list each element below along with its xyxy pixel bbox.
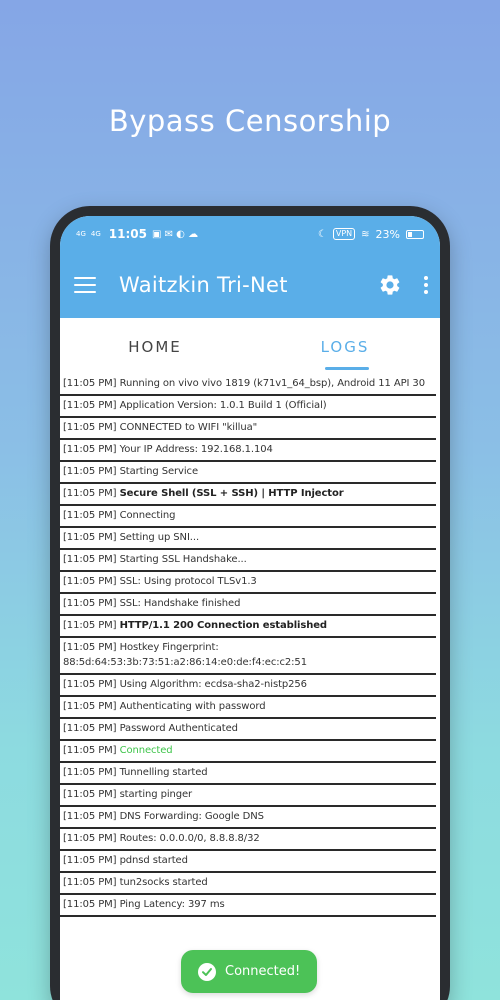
log-row: [11:05 PM] Authenticating with password (60, 697, 436, 719)
more-vert-icon[interactable] (424, 276, 428, 294)
log-row: [11:05 PM] Setting up SNI... (60, 528, 436, 550)
notification-icons: ▣ ✉ ◐ ☁ (151, 228, 199, 240)
log-row: [11:05 PM] SSL: Using protocol TLSv1.3 (60, 572, 436, 594)
moon-icon: ☾ (317, 228, 327, 240)
tab-home[interactable]: HOME (60, 318, 250, 374)
toast-label: Connected! (225, 964, 301, 979)
log-row: [11:05 PM] Application Version: 1.0.1 Bu… (60, 396, 436, 418)
log-row: [11:05 PM] Using Algorithm: ecdsa-sha2-n… (60, 675, 436, 697)
log-list[interactable]: [11:05 PM] Running on vivo vivo 1819 (k7… (60, 374, 440, 917)
log-row: [11:05 PM] Your IP Address: 192.168.1.10… (60, 440, 436, 462)
hamburger-icon[interactable] (74, 277, 96, 293)
tab-bar: HOME LOGS (60, 318, 440, 374)
battery-icon (406, 229, 424, 239)
log-row: [11:05 PM] Hostkey Fingerprint: 88:5d:64… (60, 638, 436, 675)
gear-icon[interactable] (378, 273, 402, 297)
log-row: [11:05 PM] tun2socks started (60, 873, 436, 895)
tab-logs-label: LOGS (320, 338, 370, 356)
promo-headline: Bypass Censorship (108, 104, 392, 138)
vpn-badge: VPN (332, 228, 356, 240)
battery-percent: 23% (375, 227, 400, 241)
log-row: [11:05 PM] Tunnelling started (60, 763, 436, 785)
log-row: [11:05 PM] Connecting (60, 506, 436, 528)
log-row: [11:05 PM] Running on vivo vivo 1819 (k7… (60, 374, 436, 396)
log-row: [11:05 PM] DNS Forwarding: Google DNS (60, 807, 436, 829)
log-row: [11:05 PM] Ping Latency: 397 ms (60, 895, 436, 917)
log-row: [11:05 PM] starting pinger (60, 785, 436, 807)
status-bar: 4G 4G 11:05 ▣ ✉ ◐ ☁ ☾ VPN ≋ 23% (60, 216, 440, 252)
log-row: [11:05 PM] Secure Shell (SSL + SSH) | HT… (60, 484, 436, 506)
log-row: [11:05 PM] Connected (60, 741, 436, 763)
check-circle-icon (198, 962, 216, 981)
tab-indicator (325, 367, 369, 370)
log-row: [11:05 PM] Starting SSL Handshake... (60, 550, 436, 572)
log-row: [11:05 PM] pdnsd started (60, 851, 436, 873)
signal-2-label: 4G (90, 229, 101, 238)
app-bar: Waitzkin Tri-Net (60, 252, 440, 318)
log-row: [11:05 PM] HTTP/1.1 200 Connection estab… (60, 616, 436, 638)
log-row: [11:05 PM] CONNECTED to WIFI "killua" (60, 418, 436, 440)
phone-screen: 4G 4G 11:05 ▣ ✉ ◐ ☁ ☾ VPN ≋ 23% Waitzkin… (60, 216, 440, 1000)
connected-toast: Connected! (181, 950, 317, 993)
status-time: 11:05 (108, 227, 147, 241)
app-title: Waitzkin Tri-Net (119, 273, 288, 297)
log-row: [11:05 PM] Password Authenticated (60, 719, 436, 741)
tab-logs[interactable]: LOGS (250, 318, 440, 374)
wifi-icon: ≋ (361, 228, 370, 240)
log-row: [11:05 PM] Starting Service (60, 462, 436, 484)
signal-1-label: 4G (76, 229, 86, 238)
log-row: [11:05 PM] SSL: Handshake finished (60, 594, 436, 616)
log-row: [11:05 PM] Routes: 0.0.0.0/0, 8.8.8.8/32 (60, 829, 436, 851)
